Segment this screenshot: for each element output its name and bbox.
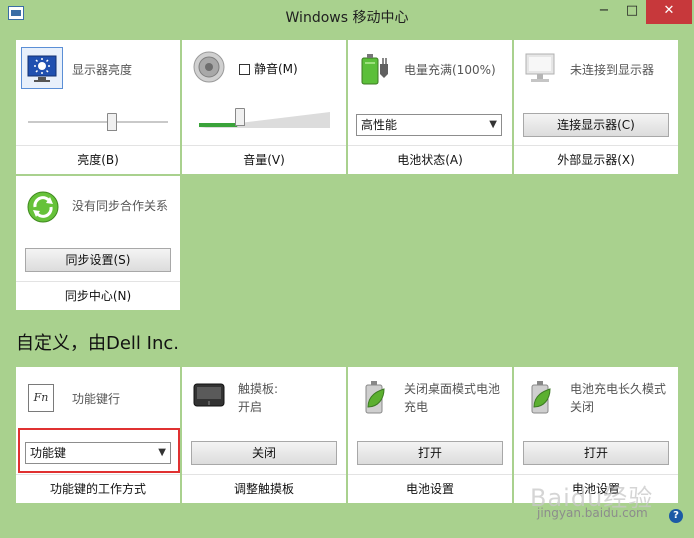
maximize-button[interactable]: □ bbox=[618, 0, 646, 24]
sync-settings-button[interactable]: 同步设置(S) bbox=[25, 248, 171, 272]
battery-tile: 电量充满(100%) 高性能 ▼ 电池状态(A) bbox=[348, 40, 512, 174]
function-keys-tile: Fn 功能键行 功能键 ▼ 功能键的工作方式 bbox=[16, 367, 180, 503]
battery-settings-title-line1: 关闭桌面模式电池 bbox=[404, 382, 501, 396]
watermark-url: jingyan.baidu.com bbox=[537, 506, 648, 520]
chevron-down-icon: ▼ bbox=[489, 119, 497, 130]
minimize-button[interactable]: − bbox=[590, 0, 618, 24]
monitor-icon bbox=[525, 53, 555, 82]
external-display-tile: 未连接到显示器 连接显示器(C) 外部显示器(X) bbox=[514, 40, 678, 174]
speaker-icon bbox=[193, 51, 225, 83]
battery-leaf-icon bbox=[365, 381, 385, 414]
touchpad-icon bbox=[193, 383, 225, 407]
touchpad-title-line2: 开启 bbox=[238, 400, 263, 414]
power-plan-value: 高性能 bbox=[361, 118, 398, 132]
volume-label: 音量(V) bbox=[182, 145, 346, 174]
function-keys-title: 功能键行 bbox=[72, 392, 121, 406]
mute-label: 静音(M) bbox=[254, 62, 298, 76]
external-display-status: 未连接到显示器 bbox=[570, 63, 655, 77]
battery-settings-tile: 关闭桌面模式电池 充电 打开 电池设置 bbox=[348, 367, 512, 503]
external-display-label: 外部显示器(X) bbox=[514, 145, 678, 174]
battery-status: 电量充满(100%) bbox=[404, 63, 496, 77]
brightness-title: 显示器亮度 bbox=[72, 63, 133, 77]
brightness-label: 亮度(B) bbox=[16, 145, 180, 174]
chevron-down-icon: ▼ bbox=[158, 447, 166, 458]
battery-settings-label: 电池设置 bbox=[348, 474, 512, 503]
close-button[interactable]: ✕ bbox=[646, 0, 692, 24]
touchpad-toggle-button[interactable]: 关闭 bbox=[191, 441, 337, 465]
connect-display-button[interactable]: 连接显示器(C) bbox=[523, 113, 669, 137]
function-keys-label: 功能键的工作方式 bbox=[16, 474, 180, 503]
volume-slider-thumb[interactable] bbox=[235, 108, 246, 126]
touchpad-label: 调整触摸板 bbox=[182, 474, 346, 503]
battery-long-life-title-line1: 电池充电长久模式 bbox=[570, 382, 667, 396]
volume-tile: 静音(M) 音量(V) bbox=[182, 40, 346, 174]
sync-status: 没有同步合作关系 bbox=[72, 199, 169, 213]
custom-section-heading: 自定义，由Dell Inc. bbox=[16, 333, 179, 354]
sync-label: 同步中心(N) bbox=[16, 281, 180, 310]
volume-slider-background[interactable] bbox=[198, 110, 330, 130]
battery-long-life-button[interactable]: 打开 bbox=[523, 441, 669, 465]
brightness-slider-track[interactable] bbox=[28, 121, 168, 123]
power-plan-select[interactable]: 高性能 ▼ bbox=[356, 114, 502, 136]
function-keys-select[interactable]: 功能键 ▼ bbox=[25, 442, 171, 464]
battery-leaf-icon bbox=[531, 381, 551, 414]
sync-tile: 没有同步合作关系 同步设置(S) 同步中心(N) bbox=[16, 176, 180, 310]
mute-checkbox[interactable] bbox=[239, 64, 250, 75]
brightness-icon-frame[interactable] bbox=[21, 47, 63, 89]
battery-settings-title-line2: 充电 bbox=[404, 400, 429, 414]
battery-long-life-title-line2: 关闭 bbox=[570, 400, 595, 414]
function-keys-value: 功能键 bbox=[30, 446, 67, 460]
sync-icon bbox=[27, 191, 59, 223]
brightness-slider-thumb[interactable] bbox=[107, 113, 117, 131]
touchpad-title-line1: 触摸板: bbox=[238, 382, 279, 396]
battery-label: 电池状态(A) bbox=[348, 145, 512, 174]
help-icon[interactable]: ? bbox=[669, 509, 683, 523]
brightness-icon bbox=[27, 55, 57, 82]
brightness-tile: 显示器亮度 亮度(B) bbox=[16, 40, 180, 174]
battery-settings-button[interactable]: 打开 bbox=[357, 441, 503, 465]
battery-plug-icon bbox=[361, 54, 388, 85]
fn-key-icon: Fn bbox=[28, 384, 54, 412]
touchpad-tile: 触摸板: 开启 关闭 调整触摸板 bbox=[182, 367, 346, 503]
title-bar: Windows 移动中心 − □ ✕ bbox=[0, 0, 694, 32]
